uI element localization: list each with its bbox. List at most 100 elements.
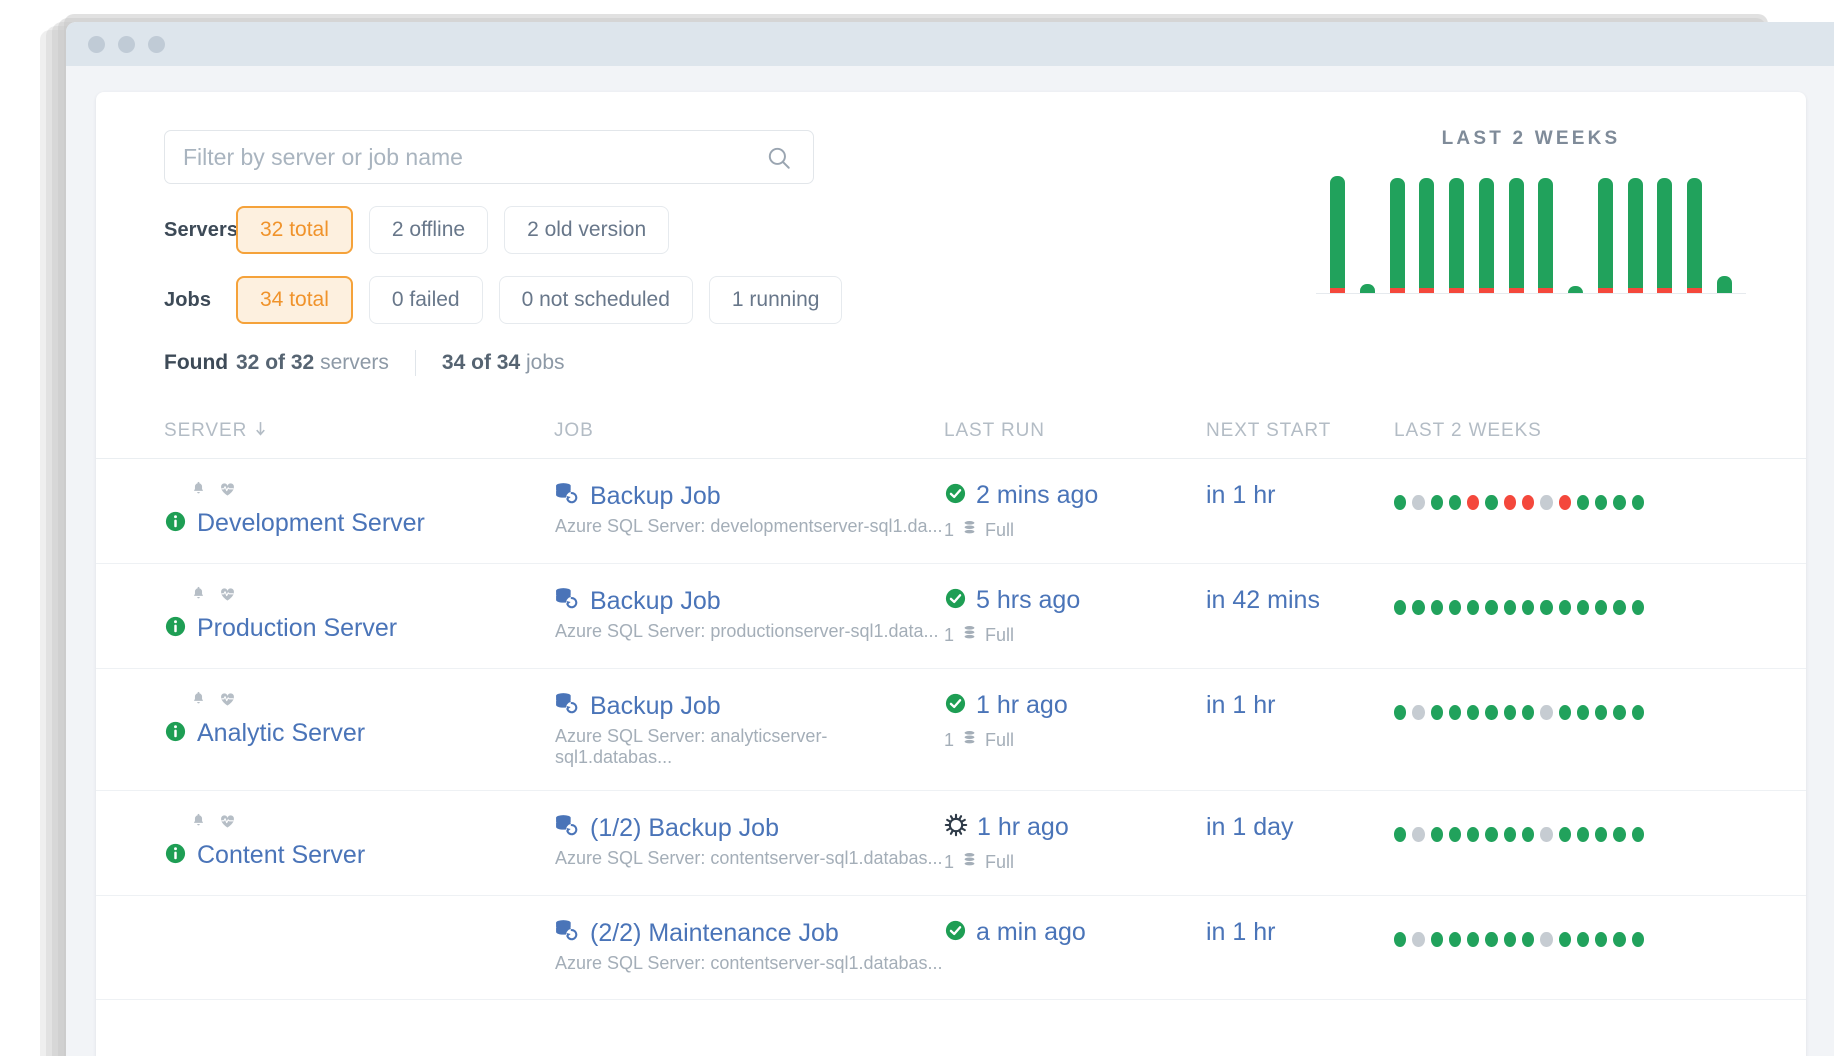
history-dot-green[interactable] [1448,827,1462,842]
history-dot-red[interactable] [1467,495,1480,510]
history-dot-green[interactable] [1595,827,1608,842]
next-start-time[interactable]: in 1 hr [1206,481,1275,509]
server-name-link[interactable]: Content Server [197,841,365,870]
search-input[interactable] [164,130,814,184]
info-circle-icon[interactable] [164,615,187,643]
last-run-time[interactable]: 2 mins ago [976,481,1098,510]
history-dot-green[interactable] [1448,705,1462,720]
history-dot-green[interactable] [1467,827,1480,842]
servers-chip-total[interactable]: 32 total [236,206,353,254]
job-name-link[interactable]: Backup Job [590,587,721,616]
history-dot-green[interactable] [1576,827,1590,842]
history-dot-green[interactable] [1467,705,1480,720]
job-name-link[interactable]: (2/2) Maintenance Job [590,919,839,948]
history-dot-green[interactable] [1576,932,1590,947]
last-run-time[interactable]: 5 hrs ago [976,586,1080,615]
history-dot-green[interactable] [1394,495,1407,510]
history-dot-gray[interactable] [1540,827,1553,842]
history-dot-green[interactable] [1394,600,1407,615]
jobs-chip-running[interactable]: 1 running [708,276,843,324]
history-dot-green[interactable] [1613,705,1626,720]
history-dot-green[interactable] [1521,932,1535,947]
history-dot-green[interactable] [1485,827,1498,842]
history-dot-green[interactable] [1595,495,1608,510]
history-dot-green[interactable] [1430,827,1443,842]
server-name-link[interactable]: Development Server [197,509,425,538]
job-name-link[interactable]: (1/2) Backup Job [590,814,779,843]
last-run-time[interactable]: 1 hr ago [976,691,1068,720]
history-dot-gray[interactable] [1412,705,1425,720]
history-dot-green[interactable] [1613,495,1626,510]
history-dot-green[interactable] [1394,705,1407,720]
history-dot-green[interactable] [1631,495,1644,510]
job-name-link[interactable]: Backup Job [590,482,721,511]
history-dot-green[interactable] [1576,705,1590,720]
bell-icon[interactable] [190,481,207,503]
servers-chip-offline[interactable]: 2 offline [368,206,489,254]
history-dot-gray[interactable] [1540,495,1553,510]
maximize-window-button[interactable] [148,35,165,53]
heartbeat-icon[interactable] [219,813,236,835]
table-row[interactable]: Production Server Backup Job Azure SQL Ser… [96,564,1806,669]
close-window-button[interactable] [88,35,105,53]
history-dot-gray[interactable] [1540,705,1553,720]
history-dot-green[interactable] [1631,932,1644,947]
history-dot-green[interactable] [1394,827,1407,842]
history-dot-green[interactable] [1412,600,1425,615]
history-dot-green[interactable] [1485,495,1498,510]
table-row[interactable]: Content Server (1/2) Backup Job Azure SQL … [96,791,1806,896]
jobs-chip-not-scheduled[interactable]: 0 not scheduled [498,276,693,324]
bell-icon[interactable] [190,691,207,713]
search-icon[interactable] [766,145,792,176]
info-circle-icon[interactable] [164,842,187,870]
history-dot-green[interactable] [1576,495,1590,510]
last-run-time[interactable]: a min ago [976,918,1086,947]
history-dot-green[interactable] [1430,932,1443,947]
next-start-time[interactable]: in 42 mins [1206,586,1320,614]
history-dot-green[interactable] [1558,705,1571,720]
column-header-last-2-weeks[interactable]: LAST 2 WEEKS [1394,420,1644,442]
history-dot-green[interactable] [1540,600,1553,615]
heartbeat-icon[interactable] [219,481,236,503]
column-header-job[interactable]: JOB [554,420,944,442]
jobs-chip-total[interactable]: 34 total [236,276,353,324]
history-dot-green[interactable] [1448,495,1462,510]
history-dot-green[interactable] [1558,932,1571,947]
history-dot-gray[interactable] [1412,495,1425,510]
history-dot-green[interactable] [1631,600,1644,615]
next-start-time[interactable]: in 1 hr [1206,691,1275,719]
history-dot-green[interactable] [1558,827,1571,842]
history-dot-red[interactable] [1521,495,1535,510]
history-dot-green[interactable] [1503,827,1516,842]
history-dot-green[interactable] [1576,600,1590,615]
jobs-chip-failed[interactable]: 0 failed [368,276,483,324]
column-header-last-run[interactable]: LAST RUN [944,420,1206,442]
history-dot-green[interactable] [1430,600,1443,615]
server-name-link[interactable]: Production Server [197,614,397,643]
history-dot-green[interactable] [1613,827,1626,842]
server-name-link[interactable]: Analytic Server [197,719,365,748]
table-row[interactable]: Analytic Server Backup Job Azure SQL Serve… [96,669,1806,791]
history-dot-red[interactable] [1503,495,1516,510]
history-dot-green[interactable] [1503,932,1516,947]
history-dot-gray[interactable] [1540,932,1553,947]
history-dot-green[interactable] [1521,705,1535,720]
info-circle-icon[interactable] [164,720,187,748]
servers-chip-old-version[interactable]: 2 old version [504,206,670,254]
history-dot-green[interactable] [1631,705,1644,720]
history-dot-green[interactable] [1503,705,1516,720]
history-dot-green[interactable] [1631,827,1644,842]
history-dot-green[interactable] [1613,600,1626,615]
history-dot-green[interactable] [1448,600,1462,615]
history-dot-red[interactable] [1558,495,1571,510]
history-dot-green[interactable] [1613,932,1626,947]
history-dot-green[interactable] [1558,600,1571,615]
heartbeat-icon[interactable] [219,586,236,608]
job-name-link[interactable]: Backup Job [590,692,721,721]
history-dot-green[interactable] [1485,705,1498,720]
minimize-window-button[interactable] [118,35,135,53]
next-start-time[interactable]: in 1 hr [1206,918,1275,946]
history-dot-green[interactable] [1595,705,1608,720]
history-dot-green[interactable] [1503,600,1516,615]
bell-icon[interactable] [190,813,207,835]
